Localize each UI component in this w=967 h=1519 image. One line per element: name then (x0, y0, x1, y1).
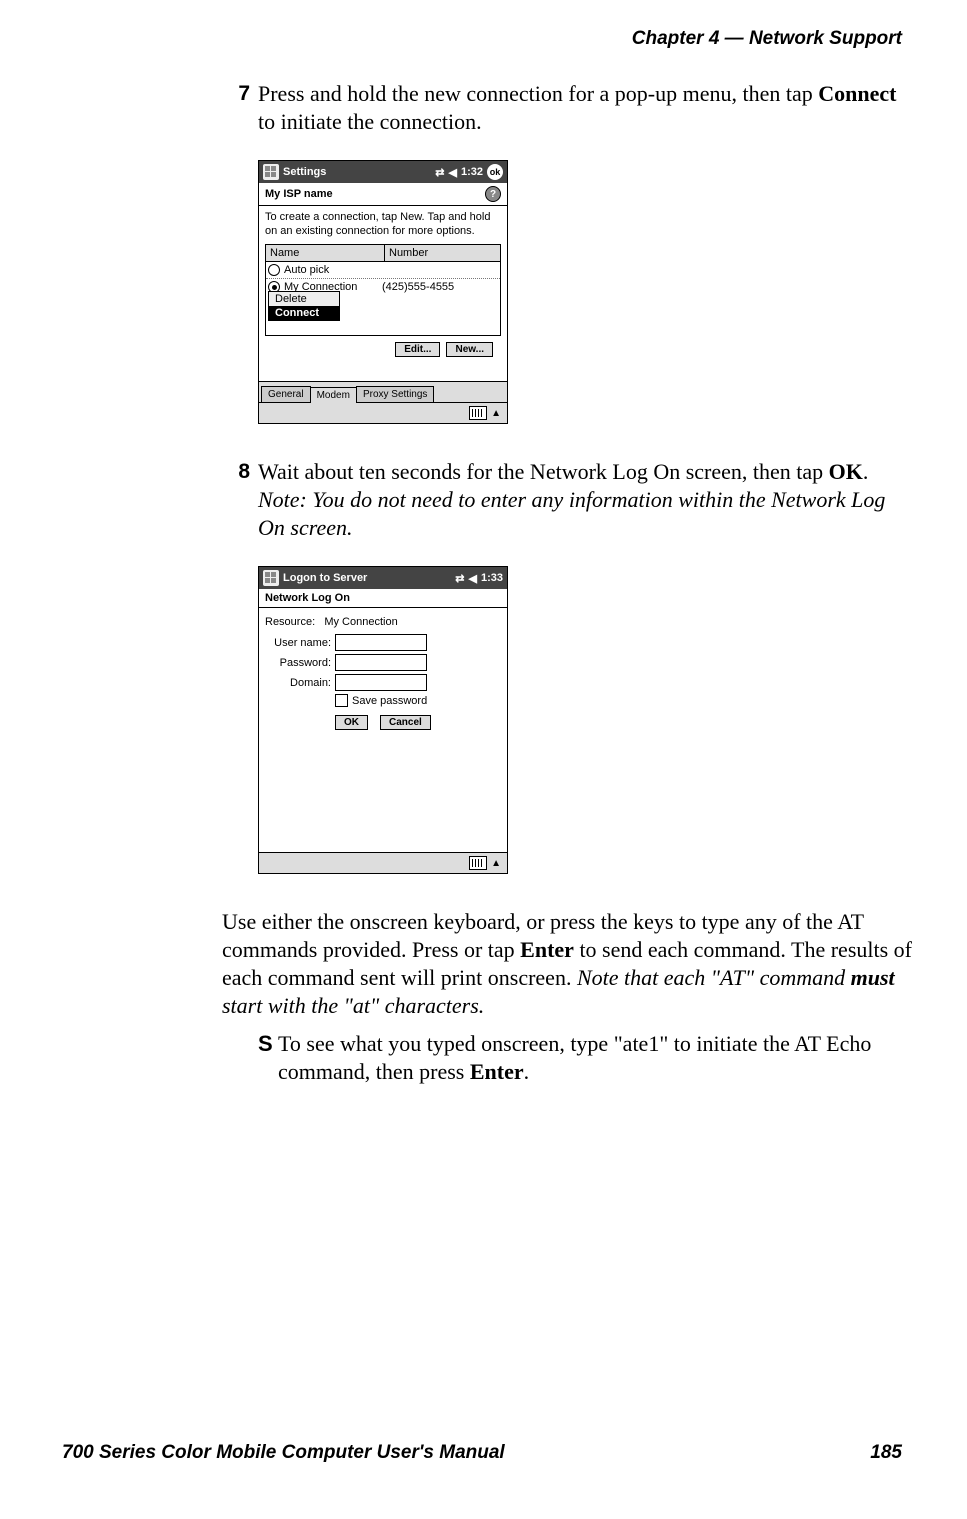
save-password-label: Save password (352, 695, 427, 707)
resource-label: Resource: (265, 616, 315, 628)
text-part: . (863, 459, 869, 484)
bullet-marker: S (258, 1030, 278, 1058)
step-text: Wait about ten seconds for the Network L… (258, 458, 912, 542)
text-part: Press and hold the new connection for a … (258, 81, 818, 106)
connectivity-icon[interactable]: ⇄ (455, 572, 464, 585)
dialog-title: Network Log On (265, 592, 350, 604)
titlebar: Settings ⇄ ◀ 1:32 ok (259, 161, 507, 183)
note-part: Note that each "AT" command (577, 965, 851, 990)
tab-proxy-settings[interactable]: Proxy Settings (356, 386, 434, 402)
col-name[interactable]: Name (266, 245, 385, 261)
sip-arrow-icon[interactable]: ▲ (491, 408, 501, 419)
menu-item-connect[interactable]: Connect (269, 306, 339, 320)
domain-input[interactable] (335, 674, 427, 691)
ok-button[interactable]: OK (335, 715, 368, 730)
bullet-text: To see what you typed onscreen, type "at… (278, 1030, 912, 1086)
username-label: User name: (265, 637, 335, 649)
step-8: 8 Wait about ten seconds for the Network… (222, 458, 912, 542)
titlebar: Logon to Server ⇄ ◀ 1:33 (259, 567, 507, 589)
must-bold-italic: must (851, 965, 895, 990)
isp-name: My ISP name (265, 188, 333, 200)
start-icon[interactable] (263, 164, 279, 180)
edit-button[interactable]: Edit... (395, 342, 440, 357)
sip-bar: ▲ (259, 402, 507, 423)
tab-general[interactable]: General (261, 386, 311, 402)
body-paragraph: Use either the onscreen keyboard, or pre… (222, 908, 912, 1020)
help-icon[interactable]: ? (485, 186, 501, 202)
row-name: Auto pick (284, 264, 329, 276)
bullet-item: S To see what you typed onscreen, type "… (258, 1030, 912, 1086)
keyboard-icon[interactable] (469, 856, 487, 870)
sip-bar: ▲ (259, 852, 507, 873)
password-label: Password: (265, 657, 335, 669)
speaker-icon[interactable]: ◀ (449, 166, 457, 179)
cancel-button[interactable]: Cancel (380, 715, 431, 730)
new-button[interactable]: New... (446, 342, 493, 357)
clock-text: 1:33 (481, 572, 503, 584)
step-7: 7 Press and hold the new connection for … (222, 80, 912, 136)
tab-bar: General Modem Proxy Settings (259, 381, 507, 402)
menu-item-delete[interactable]: Delete (269, 292, 339, 306)
sip-arrow-icon[interactable]: ▲ (491, 858, 501, 869)
footer-manual-title: 700 Series Color Mobile Computer User's … (62, 1442, 505, 1464)
connections-table: Name Number Auto pick My Connection (425… (265, 244, 501, 336)
instruction-text: To create a connection, tap New. Tap and… (265, 210, 501, 238)
connect-bold: Connect (818, 81, 896, 106)
tab-modem[interactable]: Modem (310, 387, 357, 403)
resource-value: My Connection (324, 616, 397, 628)
domain-label: Domain: (265, 677, 335, 689)
enter-bold: Enter (470, 1059, 524, 1084)
keyboard-icon[interactable] (469, 406, 487, 420)
save-password-checkbox[interactable] (335, 694, 348, 707)
connectivity-icon[interactable]: ⇄ (435, 166, 444, 179)
text-part: . (524, 1059, 530, 1084)
screenshot-logon: Logon to Server ⇄ ◀ 1:33 Network Log On … (258, 566, 508, 874)
ok-bold: OK (829, 459, 863, 484)
context-menu: Delete Connect (268, 291, 340, 321)
col-number[interactable]: Number (385, 245, 500, 261)
clock-text: 1:32 (461, 166, 483, 178)
subheader: My ISP name ? (259, 183, 507, 206)
text-part: To see what you typed onscreen, type "at… (278, 1031, 871, 1084)
running-header: Chapter 4 — Network Support (632, 28, 902, 50)
window-title: Settings (283, 166, 431, 178)
speaker-icon[interactable]: ◀ (469, 572, 477, 585)
enter-bold: Enter (520, 937, 574, 962)
note-part: start with the "at" characters. (222, 993, 484, 1018)
start-icon[interactable] (263, 570, 279, 586)
table-row[interactable]: Auto pick (266, 262, 500, 278)
step-number: 8 (222, 458, 258, 486)
window-title: Logon to Server (283, 572, 451, 584)
text-part: to initiate the connection. (258, 109, 482, 134)
subheader: Network Log On (259, 589, 507, 608)
password-input[interactable] (335, 654, 427, 671)
screenshot-settings: Settings ⇄ ◀ 1:32 ok My ISP name ? To cr… (258, 160, 508, 424)
row-number: (425)555-4555 (378, 281, 500, 293)
page-number: 185 (870, 1442, 902, 1464)
step-number: 7 (222, 80, 258, 108)
radio-icon[interactable] (268, 264, 280, 276)
username-input[interactable] (335, 634, 427, 651)
ok-button[interactable]: ok (487, 164, 503, 180)
note-italic: Note: You do not need to enter any infor… (258, 487, 885, 540)
step-text: Press and hold the new connection for a … (258, 80, 912, 136)
text-part: Wait about ten seconds for the Network L… (258, 459, 829, 484)
